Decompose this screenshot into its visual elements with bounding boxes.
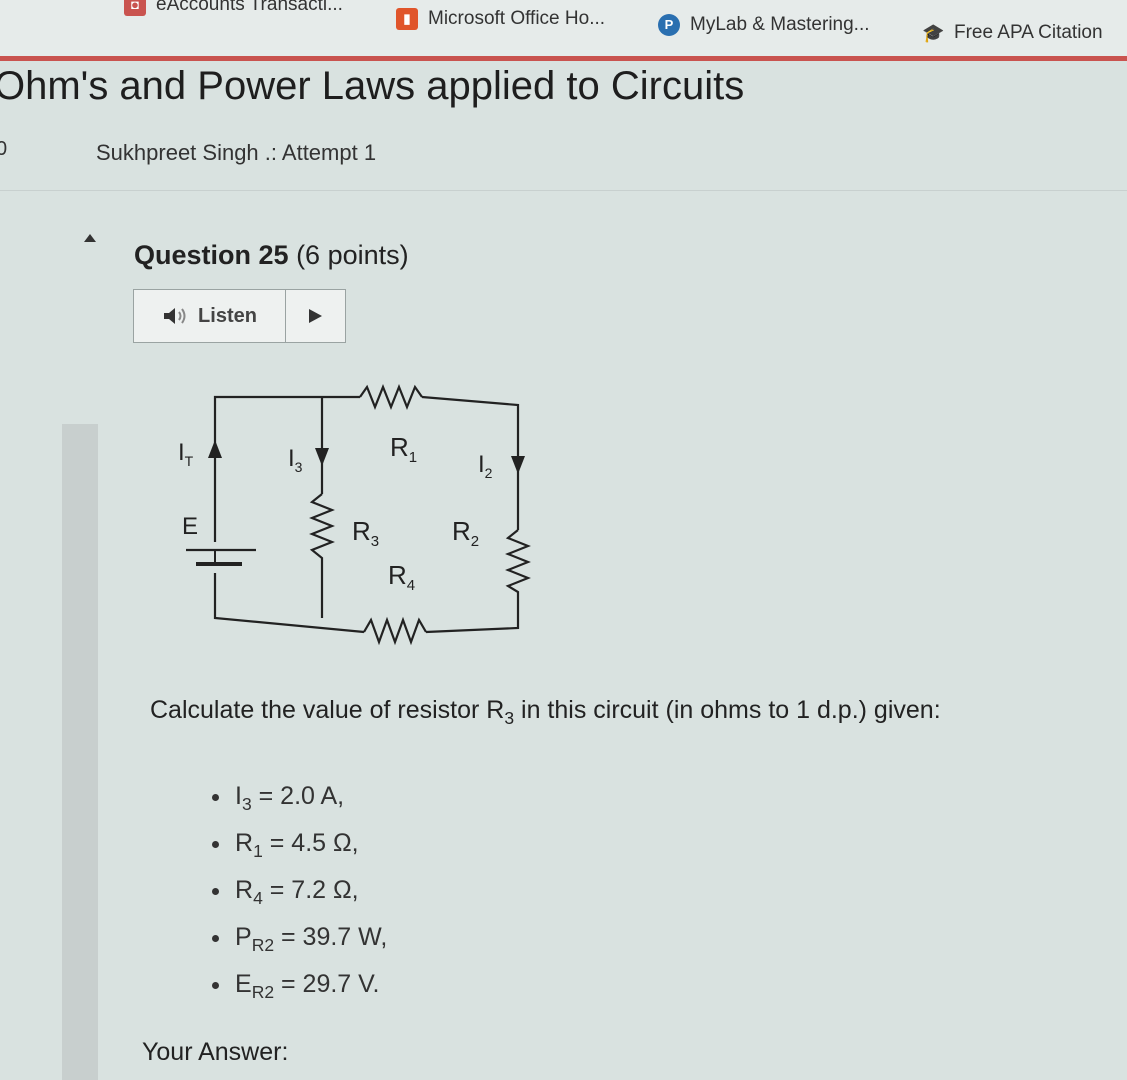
list-item: R4 = 7.2 Ω, (212, 870, 387, 917)
list-item: ER2 = 29.7 V. (212, 964, 387, 1011)
bullet-icon (212, 887, 219, 895)
label-r1: R1 (390, 432, 417, 466)
speaker-icon (164, 308, 186, 324)
mortarboard-icon: 🎓 (922, 23, 945, 43)
header-divider (0, 190, 1127, 191)
question-prompt: Calculate the value of resistor R3 in th… (150, 696, 941, 728)
it-arrow-icon (208, 440, 222, 458)
play-icon (309, 309, 322, 323)
collapse-arrow-icon[interactable] (84, 234, 96, 242)
bookmark-eaccounts[interactable]: ◘ eAccounts Transacti... (124, 0, 343, 16)
list-item: R1 = 4.5 Ω, (212, 823, 387, 870)
bookmark-label: MyLab & Mastering... (690, 14, 870, 35)
question-heading: Question 25 (6 points) (134, 240, 409, 271)
bookmark-label: Free APA Citation (954, 22, 1103, 43)
bookmark-apa[interactable]: 🎓 Free APA Citation (922, 22, 1103, 44)
label-r3: R3 (352, 516, 379, 550)
bookmark-mylab[interactable]: P MyLab & Mastering... (658, 14, 870, 36)
left-number: 0 (0, 138, 8, 160)
i2-arrow-icon (511, 456, 525, 474)
given-values-list: I3 = 2.0 A, R1 = 4.5 Ω, R4 = 7.2 Ω, PR2 … (212, 776, 387, 1011)
circuit-diagram: IT I3 R1 I2 E R3 R2 R4 (178, 384, 531, 646)
label-r2: R2 (452, 516, 479, 550)
bullet-icon (212, 840, 219, 848)
pearson-icon: P (658, 14, 680, 36)
bookmarks-bar: ◘ eAccounts Transacti... ▮ Microsoft Off… (0, 0, 1127, 61)
question-number: Question 25 (134, 240, 289, 270)
label-it: IT (178, 439, 194, 469)
listen-button[interactable]: Listen (134, 290, 286, 342)
bullet-icon (212, 934, 219, 942)
play-button[interactable] (286, 290, 345, 342)
bookmark-office[interactable]: ▮ Microsoft Office Ho... (396, 8, 605, 30)
page-title: Ohm's and Power Laws applied to Circuits (0, 64, 745, 108)
circuit-wires (213, 384, 531, 646)
battery-symbol (186, 548, 256, 566)
question-rail (62, 424, 98, 1080)
folder-icon: ◘ (124, 0, 146, 16)
question-points: (6 points) (296, 240, 409, 270)
attempt-label: Sukhpreet Singh .: Attempt 1 (96, 140, 377, 165)
label-r4: R4 (388, 560, 415, 594)
listen-label: Listen (198, 304, 257, 327)
i3-arrow-icon (315, 448, 329, 466)
label-i3: I3 (288, 445, 303, 475)
bullet-icon (212, 793, 219, 801)
bookmark-label: eAccounts Transacti... (156, 0, 343, 15)
label-i2: I2 (478, 451, 493, 481)
list-item: I3 = 2.0 A, (212, 776, 387, 823)
bullet-icon (212, 981, 219, 989)
office-icon: ▮ (396, 8, 418, 30)
bookmark-label: Microsoft Office Ho... (428, 8, 606, 29)
listen-widget: Listen (133, 289, 346, 343)
label-e: E (182, 513, 198, 540)
list-item: PR2 = 39.7 W, (212, 917, 387, 964)
answer-label: Your Answer: (142, 1038, 289, 1066)
